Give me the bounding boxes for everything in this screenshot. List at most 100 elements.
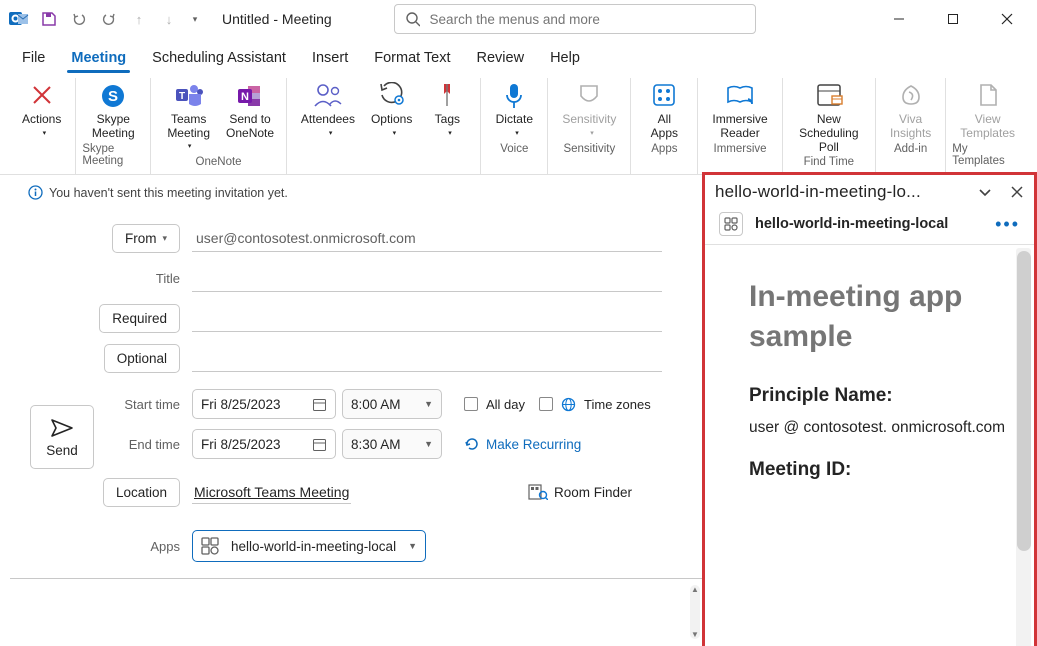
title-input[interactable]	[196, 270, 662, 286]
attendees-icon	[313, 82, 343, 110]
apps-icon	[651, 82, 677, 110]
send-icon	[50, 417, 74, 439]
room-finder-link[interactable]: Room Finder	[528, 484, 632, 500]
save-icon[interactable]	[36, 6, 62, 32]
qa-prev-icon[interactable]: ↑	[126, 6, 152, 32]
end-label: End time	[129, 437, 180, 452]
ribbon-poll[interactable]: NewScheduling Poll	[789, 78, 869, 154]
ribbon-dictate[interactable]: Dictate ▾	[487, 78, 541, 141]
immersive-icon	[725, 82, 755, 110]
tab-scheduling[interactable]: Scheduling Assistant	[150, 48, 288, 72]
from-button[interactable]: From ▾	[112, 224, 180, 253]
ribbon-options[interactable]: Options ▾	[363, 78, 420, 141]
from-value: user@contosotest.onmicrosoft.com	[192, 224, 662, 252]
maximize-button[interactable]	[931, 5, 975, 33]
ribbon-viva: VivaInsights	[882, 78, 939, 141]
tab-file[interactable]: File	[20, 48, 47, 72]
calendar-icon	[312, 397, 327, 412]
optional-input[interactable]	[196, 350, 662, 366]
app-chip[interactable]: hello-world-in-meeting-local ▼	[192, 530, 426, 562]
location-button[interactable]: Location	[103, 478, 180, 507]
search-box[interactable]	[394, 4, 756, 34]
search-icon	[405, 11, 420, 27]
close-button[interactable]	[985, 5, 1029, 33]
ribbon-actions[interactable]: Actions ▾	[14, 78, 69, 141]
redo-icon[interactable]	[96, 6, 122, 32]
ribbon-onenote[interactable]: N Send toOneNote	[220, 78, 280, 141]
panel-app-icon	[719, 212, 743, 236]
minimize-button[interactable]	[877, 5, 921, 33]
sensitivity-icon	[577, 82, 601, 110]
make-recurring-link[interactable]: Make Recurring	[464, 436, 581, 452]
ribbon-skype[interactable]: S SkypeMeeting	[84, 78, 143, 141]
tab-meeting[interactable]: Meeting	[69, 48, 128, 72]
group-voice: Voice	[500, 141, 528, 159]
message-body[interactable]: ▲▼	[10, 578, 702, 646]
info-icon	[28, 185, 43, 200]
dictate-icon	[503, 82, 525, 110]
search-input[interactable]	[430, 12, 745, 27]
options-icon	[378, 82, 406, 110]
svg-text:S: S	[108, 88, 118, 105]
meeting-id-label: Meeting ID:	[749, 459, 1018, 481]
panel-scrollbar-thumb[interactable]	[1017, 251, 1031, 551]
required-button[interactable]: Required	[99, 304, 180, 333]
ribbon-teams[interactable]: T TeamsMeeting ▾	[157, 78, 220, 154]
required-input[interactable]	[196, 310, 662, 326]
qa-next-icon[interactable]: ↓	[156, 6, 182, 32]
app-outlook-icon	[6, 6, 32, 32]
apps-label: Apps	[150, 539, 180, 554]
side-panel: hello-world-in-meeting-lo... hello-world…	[702, 172, 1037, 646]
group-findtime: Find Time	[804, 154, 855, 172]
start-date-input[interactable]: Fri 8/25/2023	[192, 389, 336, 419]
group-skype: Skype Meeting	[82, 141, 144, 171]
ribbon-allapps[interactable]: AllApps	[637, 78, 691, 141]
tab-format[interactable]: Format Text	[372, 48, 452, 72]
end-time-input[interactable]: 8:30 AM▼	[342, 429, 442, 459]
group-templates: My Templates	[952, 141, 1023, 171]
principle-value: user @ contosotest. onmicrosoft.com	[749, 419, 1018, 437]
ribbon-sensitivity: Sensitivity ▾	[554, 78, 624, 141]
panel-header: hello-world-in-meeting-lo...	[715, 182, 968, 202]
ribbon-immersive[interactable]: ImmersiveReader	[704, 78, 775, 141]
body-scrollbar[interactable]: ▲▼	[690, 585, 700, 639]
group-addin: Add-in	[894, 141, 927, 159]
start-label: Start time	[124, 397, 180, 412]
group-sensitivity: Sensitivity	[563, 141, 615, 159]
optional-button[interactable]: Optional	[104, 344, 180, 373]
qa-customize-icon[interactable]: ▾	[186, 6, 204, 32]
tab-help[interactable]: Help	[548, 48, 582, 72]
panel-title: In-meeting app sample	[749, 277, 1018, 356]
onenote-icon: N	[236, 82, 264, 110]
principle-label: Principle Name:	[749, 385, 1018, 407]
notice-text: You haven't sent this meeting invitation…	[49, 186, 288, 200]
allday-checkbox[interactable]: All day	[464, 397, 525, 412]
tags-icon	[436, 82, 458, 110]
ribbon-attendees[interactable]: Attendees ▾	[293, 78, 363, 141]
svg-text:N: N	[241, 91, 249, 103]
templates-icon	[976, 82, 1000, 110]
window-title: Untitled - Meeting	[222, 11, 332, 27]
group-apps: Apps	[651, 141, 677, 159]
tab-review[interactable]: Review	[475, 48, 527, 72]
title-label: Title	[156, 271, 180, 286]
poll-icon	[814, 82, 844, 110]
send-button[interactable]: Send	[30, 405, 94, 469]
location-value[interactable]: Microsoft Teams Meeting	[192, 481, 351, 504]
end-date-input[interactable]: Fri 8/25/2023	[192, 429, 336, 459]
group-immersive: Immersive	[714, 141, 767, 159]
globe-icon	[561, 397, 576, 412]
panel-close-icon[interactable]	[1010, 185, 1024, 199]
roomfinder-icon	[528, 484, 548, 500]
tab-insert[interactable]: Insert	[310, 48, 350, 72]
group-onenote: OneNote	[196, 154, 242, 172]
ribbon-tags[interactable]: Tags ▾	[420, 78, 474, 141]
panel-app-name: hello-world-in-meeting-local	[755, 216, 948, 232]
recurring-icon	[464, 436, 480, 452]
teams-icon: T	[174, 82, 204, 110]
chevron-down-icon[interactable]	[978, 185, 992, 199]
start-time-input[interactable]: 8:00 AM▼	[342, 389, 442, 419]
undo-icon[interactable]	[66, 6, 92, 32]
panel-more-button[interactable]: •••	[995, 214, 1020, 235]
timezones-checkbox[interactable]: Time zones	[539, 397, 651, 412]
